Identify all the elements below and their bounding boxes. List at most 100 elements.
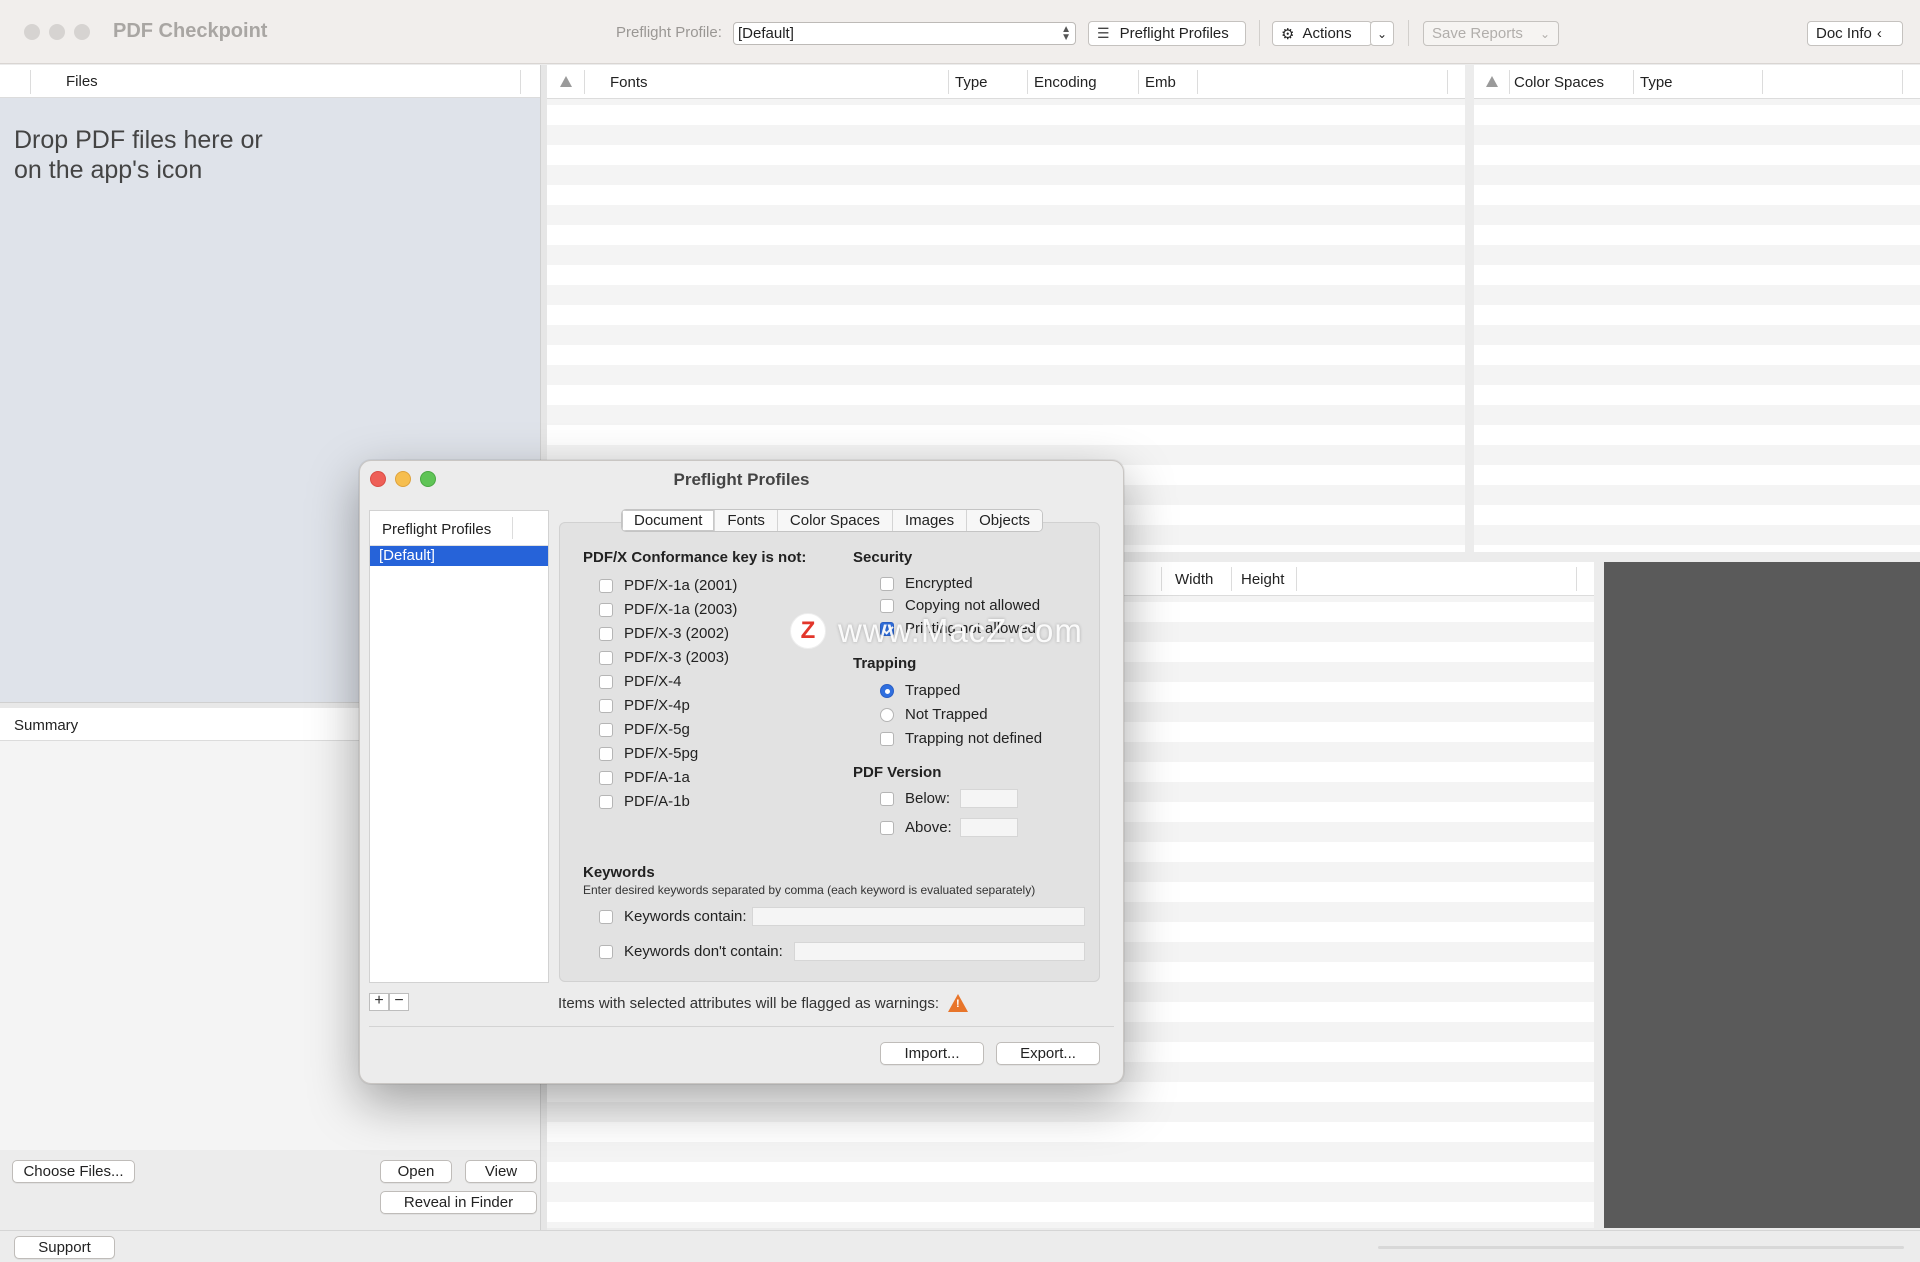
conformance-checkbox[interactable]: PDF/A-1b: [599, 793, 690, 810]
trapping-radio[interactable]: Not Trapped: [880, 706, 988, 723]
window-zoom-button[interactable]: [74, 24, 90, 40]
tab-images[interactable]: Images: [892, 510, 968, 531]
height-column-header[interactable]: Height: [1241, 571, 1284, 588]
column-separator: [1231, 567, 1232, 591]
radio[interactable]: [880, 707, 894, 722]
actions-menu-button[interactable]: ⌄: [1370, 21, 1394, 46]
preflight-profile-select[interactable]: [Default] ▲ ▼: [733, 22, 1076, 45]
keywords-note: Enter desired keywords separated by comm…: [583, 883, 1036, 897]
tab-fonts[interactable]: Fonts: [715, 510, 778, 531]
width-column-header[interactable]: Width: [1175, 571, 1213, 588]
conformance-checkbox[interactable]: PDF/X-4p: [599, 697, 690, 714]
checkbox[interactable]: [599, 698, 613, 713]
checkbox[interactable]: [880, 791, 894, 806]
conformance-checkbox[interactable]: PDF/A-1a: [599, 769, 690, 786]
app-title: PDF Checkpoint: [113, 20, 268, 42]
support-button[interactable]: Support: [14, 1236, 115, 1259]
checkbox[interactable]: [599, 746, 613, 761]
color-spaces-column-header[interactable]: Color Spaces: [1514, 74, 1604, 91]
preflight-profile-label: Preflight Profile:: [616, 24, 722, 41]
checkbox[interactable]: [880, 731, 894, 746]
checkbox[interactable]: [599, 650, 613, 665]
keywords-contain-checkbox[interactable]: Keywords contain:: [599, 908, 747, 925]
tab-document[interactable]: Document: [622, 510, 716, 531]
remove-profile-button[interactable]: −: [389, 993, 409, 1011]
checkbox[interactable]: [599, 626, 613, 641]
chevron-down-icon: ⌄: [1376, 26, 1388, 41]
gear-icon: ⚙: [1281, 25, 1295, 43]
tab-objects[interactable]: Objects: [967, 510, 1042, 531]
choose-files-button[interactable]: Choose Files...: [12, 1160, 135, 1183]
column-separator: [948, 70, 949, 94]
checkbox[interactable]: [880, 820, 894, 835]
security-checkbox[interactable]: Encrypted: [880, 575, 973, 592]
warning-icon: !: [948, 994, 969, 1012]
conformance-checkbox[interactable]: PDF/X-3 (2002): [599, 625, 729, 642]
export-button[interactable]: Export...: [996, 1042, 1100, 1065]
type-column-header[interactable]: Type: [1640, 74, 1673, 91]
checkbox[interactable]: [880, 598, 894, 613]
checkbox[interactable]: [599, 794, 613, 809]
open-button[interactable]: Open: [380, 1160, 452, 1183]
column-separator: [512, 517, 513, 539]
window-minimize-button[interactable]: [49, 24, 65, 40]
column-separator: [1027, 70, 1028, 94]
checkbox[interactable]: [599, 674, 613, 689]
column-separator: [1138, 70, 1139, 94]
conformance-checkbox[interactable]: PDF/X-3 (2003): [599, 649, 729, 666]
column-separator: [1576, 567, 1577, 591]
conformance-checkbox[interactable]: PDF/X-4: [599, 673, 682, 690]
files-table-header: Files: [0, 65, 540, 98]
checkbox[interactable]: [599, 722, 613, 737]
window-toolbar: PDF Checkpoint Preflight Profile: [Defau…: [0, 0, 1920, 64]
trapping-checkbox[interactable]: Trapping not defined: [880, 730, 1042, 747]
version-above-field[interactable]: [960, 818, 1018, 837]
checkbox[interactable]: [599, 944, 613, 959]
reveal-in-finder-button[interactable]: Reveal in Finder: [380, 1191, 537, 1214]
status-bar: Support: [0, 1230, 1920, 1262]
emb-column-header[interactable]: Emb: [1145, 74, 1176, 91]
window-close-button[interactable]: [24, 24, 40, 40]
add-profile-button[interactable]: +: [369, 993, 389, 1011]
view-button[interactable]: View: [465, 1160, 537, 1183]
preflight-profiles-button[interactable]: ☰ Preflight Profiles: [1088, 21, 1246, 46]
checkbox[interactable]: [599, 770, 613, 785]
conformance-checkbox[interactable]: PDF/X-5pg: [599, 745, 698, 762]
profiles-list[interactable]: Preflight Profiles [Default]: [369, 510, 549, 983]
keywords-contain-field[interactable]: [752, 907, 1085, 926]
color-spaces-table[interactable]: Color Spaces Type: [1474, 65, 1920, 552]
conformance-checkbox[interactable]: PDF/X-1a (2001): [599, 577, 737, 594]
trapping-radio[interactable]: Trapped: [880, 682, 960, 699]
column-separator: [520, 70, 521, 94]
profile-list-item[interactable]: [Default]: [370, 546, 548, 566]
tab-color-spaces[interactable]: Color Spaces: [777, 510, 893, 531]
type-column-header[interactable]: Type: [955, 74, 988, 91]
keywords-not-contain-checkbox[interactable]: Keywords don't contain:: [599, 943, 783, 960]
column-separator: [1161, 567, 1162, 591]
keywords-not-contain-field[interactable]: [794, 942, 1085, 961]
conformance-checkbox[interactable]: PDF/X-1a (2003): [599, 601, 737, 618]
column-separator: [30, 70, 31, 94]
version-below-checkbox[interactable]: Below:: [880, 790, 950, 807]
conformance-checkbox[interactable]: PDF/X-5g: [599, 721, 690, 738]
encoding-column-header[interactable]: Encoding: [1034, 74, 1097, 91]
color-spaces-table-header: Color Spaces Type: [1474, 65, 1920, 99]
progress-bar: [1378, 1246, 1904, 1249]
checkbox[interactable]: [599, 578, 613, 593]
file-actions-bar: Choose Files... Open View Reveal in Find…: [0, 1150, 540, 1230]
drop-hint: Drop PDF files here or on the app's icon: [14, 126, 263, 184]
doc-info-button[interactable]: Doc Info ‹: [1807, 21, 1903, 46]
radio-selected[interactable]: [880, 683, 894, 698]
profiles-list-header: Preflight Profiles: [370, 511, 548, 546]
actions-button[interactable]: ⚙ Actions: [1272, 21, 1372, 46]
version-below-field[interactable]: [960, 789, 1018, 808]
fonts-column-header[interactable]: Fonts: [610, 74, 648, 91]
files-column-header[interactable]: Files: [66, 73, 98, 90]
checkbox[interactable]: [599, 602, 613, 617]
pdf-version-section-title: PDF Version: [853, 764, 942, 781]
save-reports-button[interactable]: Save Reports ⌄: [1423, 21, 1559, 46]
version-above-checkbox[interactable]: Above:: [880, 819, 952, 836]
import-button[interactable]: Import...: [880, 1042, 984, 1065]
checkbox[interactable]: [880, 576, 894, 591]
checkbox[interactable]: [599, 909, 613, 924]
